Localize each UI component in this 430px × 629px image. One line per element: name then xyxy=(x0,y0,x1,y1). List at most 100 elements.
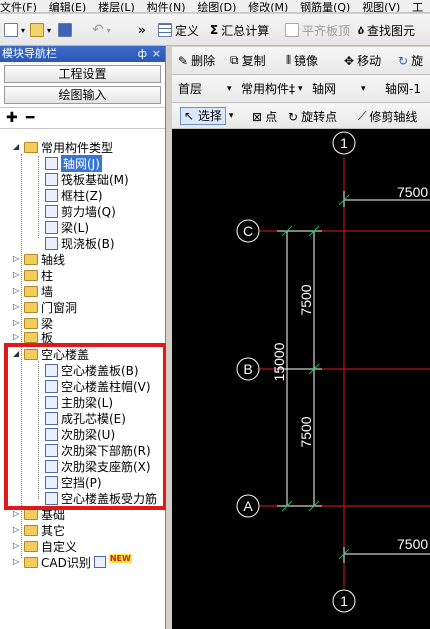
undo-button[interactable]: ↶ ▾ xyxy=(92,21,111,39)
floor-select[interactable]: 首层 ▾ xyxy=(178,80,232,97)
new-file-button[interactable]: ▾ xyxy=(4,21,25,39)
copy-button[interactable]: ⧉ 复制 xyxy=(230,52,266,69)
summary-calc-label: 汇总计算 xyxy=(221,23,270,38)
dimension-top: 7500 xyxy=(397,184,428,200)
select-button[interactable]: ↖ 选择 ▾ xyxy=(180,107,233,125)
define-button[interactable]: 定义 xyxy=(158,21,199,39)
folder-icon xyxy=(24,508,38,520)
tree-node-custom[interactable]: ▷ 自定义 xyxy=(13,538,77,554)
menu-rebar[interactable]: 钢筋量(Q) xyxy=(300,1,350,12)
tree-node-axis[interactable]: ▷ 轴线 xyxy=(13,251,65,267)
axis-label-a: A xyxy=(243,498,253,514)
expanded-arrow-icon: ◢ xyxy=(13,142,20,151)
panel-title: 模块导航栏 xyxy=(2,47,57,60)
open-file-button[interactable]: ▾ xyxy=(30,21,51,39)
chevron-down-icon: ▾ xyxy=(227,83,232,94)
trim-axis-button[interactable]: ⟋ 修剪轴线 xyxy=(358,108,417,125)
move-label: 移动 xyxy=(357,54,382,68)
mirror-button[interactable]: ⫴ 镜像 xyxy=(286,52,318,69)
point-button[interactable]: ⊠ 点 xyxy=(252,108,277,125)
point-icon: ⊠ xyxy=(252,109,263,124)
chevron-right-icon: » xyxy=(138,23,146,37)
menu-modify[interactable]: 修改(M) xyxy=(248,1,288,12)
tree-node-common[interactable]: ◢ 常用构件类型 xyxy=(13,139,113,155)
main-toolbar: ▾ ▾ ↶ ▾ » 定义 Σ 汇总计算 平齐板顶 ዕ 查找图元 xyxy=(0,14,430,46)
axis-label-c: C xyxy=(243,223,253,239)
axis-grid-icon xyxy=(45,156,58,170)
tree-label: 门窗洞 xyxy=(41,300,78,315)
close-icon[interactable]: × xyxy=(152,46,161,62)
collapsed-arrow-icon: ▷ xyxy=(13,509,20,518)
move-button[interactable]: ✥ 移动 xyxy=(344,52,381,69)
folder-icon xyxy=(24,269,38,281)
folder-open-icon xyxy=(24,141,38,153)
flat-slab-top-button[interactable]: 平齐板顶 xyxy=(285,21,350,39)
delete-button[interactable]: ✎ 删除 xyxy=(178,52,215,69)
tree-label: 轴线 xyxy=(41,252,66,267)
tree-item-shear-wall[interactable]: 剪力墙(Q) xyxy=(45,203,116,219)
tree-label: 自定义 xyxy=(41,539,78,554)
rotate-point-label: 旋转点 xyxy=(301,110,338,124)
find-element-button[interactable]: ዕ 查找图元 xyxy=(358,21,415,39)
dimension-total: 15000 xyxy=(271,342,287,381)
menu-edit[interactable]: 编辑(E) xyxy=(49,1,87,12)
tree-node-cad-recognition[interactable]: ▷ CAD识别 NEW xyxy=(13,553,132,570)
rotate-button[interactable]: ↻ 旋 xyxy=(398,52,423,69)
delete-icon: ✎ xyxy=(178,53,189,68)
tree-label: CAD识别 xyxy=(41,555,91,570)
move-icon: ✥ xyxy=(344,53,355,68)
save-button[interactable] xyxy=(58,21,72,39)
define-icon xyxy=(158,23,172,37)
dimension-c-b: 7500 xyxy=(298,284,314,315)
menu-view[interactable]: 视图(V) xyxy=(362,1,400,12)
menu-draw[interactable]: 绘图(D) xyxy=(197,1,236,12)
save-icon xyxy=(58,23,72,37)
tree-node-wall[interactable]: ▷ 墙 xyxy=(13,283,53,299)
tree-item-cast-slab[interactable]: 现浇板(B) xyxy=(45,235,115,251)
collapsed-arrow-icon: ▷ xyxy=(13,332,20,341)
folder-icon xyxy=(24,331,38,343)
chevron-down-icon: ▾ xyxy=(228,111,234,121)
delete-label: 删除 xyxy=(191,54,216,68)
rotate-label: 旋 xyxy=(411,54,424,68)
chevron-down-icon: ▾ xyxy=(361,83,366,94)
tree-node-beam[interactable]: ▷ 梁 xyxy=(13,315,53,331)
tree-node-slab[interactable]: ▷ 板 xyxy=(13,331,53,343)
tree-node-other[interactable]: ▷ 其它 xyxy=(13,522,65,538)
new-file-icon xyxy=(4,23,18,37)
item-select[interactable]: 轴网-1 xyxy=(385,80,421,97)
select-mode: ↖ 选择 xyxy=(180,107,226,125)
dimension-bottom: 7500 xyxy=(397,536,428,552)
folder-icon xyxy=(24,524,38,536)
component-type-value: 常用构件‡ xyxy=(241,82,296,96)
category-select[interactable]: 轴网 ▾ xyxy=(312,80,366,97)
summary-calc-button[interactable]: Σ 汇总计算 xyxy=(210,21,269,39)
rotate-point-button[interactable]: ↻ 旋转点 xyxy=(288,108,337,125)
pin-icon[interactable]: ф xyxy=(138,46,147,62)
tree-item-beam[interactable]: 梁(L) xyxy=(45,219,89,235)
menu-file[interactable]: 文件(F) xyxy=(0,1,37,12)
floor-value: 首层 xyxy=(178,82,203,96)
panel-tools: ✚ ━ xyxy=(0,107,165,129)
category-value: 轴网 xyxy=(312,82,337,96)
drawing-canvas[interactable]: 1 1 C B A 7500 7500 7500 7500 15000 xyxy=(172,129,430,629)
slab-icon xyxy=(45,236,58,250)
dimension-b-a: 7500 xyxy=(298,416,314,447)
menu-floor[interactable]: 楼层(L) xyxy=(98,1,135,12)
project-settings-button[interactable]: 工程设置 xyxy=(4,65,161,83)
axis-label-1-bottom: 1 xyxy=(340,593,348,609)
menu-component[interactable]: 构件(N) xyxy=(147,1,186,12)
drawing-input-button[interactable]: 绘图输入 xyxy=(4,86,161,104)
tree-item-raft-foundation[interactable]: 筏板基础(M) xyxy=(45,171,129,187)
collapse-all-icon[interactable]: ━ xyxy=(26,110,34,126)
tree-item-frame-column[interactable]: 框柱(Z) xyxy=(45,187,103,203)
menu-tools[interactable]: 工 xyxy=(412,1,423,12)
tree-item-axis-grid[interactable]: 轴网(J) xyxy=(45,154,102,172)
expand-all-icon[interactable]: ✚ xyxy=(6,110,18,126)
axis-label-b: B xyxy=(243,361,252,377)
rotate-icon: ↻ xyxy=(398,53,409,68)
tree-node-door-window[interactable]: ▷ 门窗洞 xyxy=(13,299,77,315)
more-tools-button[interactable]: » xyxy=(138,21,146,39)
tree-node-column[interactable]: ▷ 柱 xyxy=(13,267,53,283)
component-type-select[interactable]: 常用构件‡ ▾ xyxy=(241,80,303,97)
